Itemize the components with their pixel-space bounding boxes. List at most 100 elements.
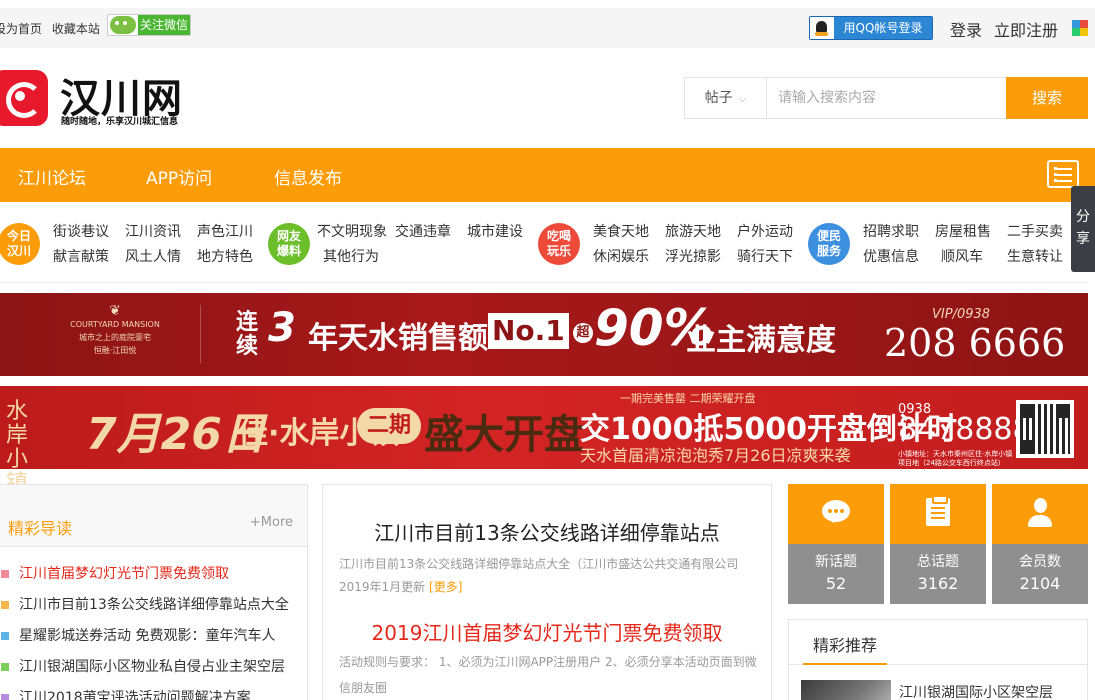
menu-list-icon[interactable] (1047, 160, 1079, 188)
search-input[interactable] (768, 78, 1006, 118)
qq-login-label: 用QQ帐号登录 (843, 21, 923, 35)
main-nav: 江川论坛 APP访问 信息发布 (0, 148, 1095, 202)
recommend-item[interactable]: 江川银湖国际小区架空层 (899, 682, 1053, 700)
headline-title-1[interactable]: 江川市目前13条公交线路详细停靠站点 (323, 517, 771, 546)
ad-banner-2[interactable]: 水岸小镇 7月26日 佳·水岸小镇 二期 盛大开盘 一期完美售罄 二期荣耀开盘 … (0, 386, 1088, 496)
category-link[interactable]: 生意转让 (1007, 246, 1063, 266)
ad-banner-1[interactable]: ❦ COURTYARD MANSION 城市之上的庭院豪宅 恒融·江田悦 连续 … (0, 293, 1088, 376)
category-badge-today[interactable]: 今日 汉川 (0, 223, 40, 265)
list-item-text: 江川市目前13条公交线路详细停靠站点大全 (19, 597, 289, 613)
list-item[interactable]: 江川2018莆宝评选活动问题解决方案 (0, 687, 289, 700)
banner1-vip: VIP/0938 (932, 307, 991, 322)
nav-item-forum[interactable]: 江川论坛 (18, 164, 86, 189)
stat-info: 会员数 2104 (992, 544, 1088, 604)
tab-underline (803, 663, 887, 665)
stat-value: 52 (825, 574, 847, 593)
category-link[interactable]: 户外运动 (737, 221, 793, 241)
banner1-no1: No.1 (488, 313, 569, 349)
chevron-down-icon: ⌵ (738, 94, 747, 105)
category-badge-service[interactable]: 便民 服务 (808, 223, 850, 265)
banner2-logo: 水岸小镇 (6, 399, 29, 496)
stat-label: 会员数 (1019, 554, 1061, 570)
register-link[interactable]: 立即注册 (994, 17, 1058, 41)
banner1-divider (200, 305, 201, 363)
category-link[interactable]: 献言献策 (53, 246, 109, 266)
bookmark-link[interactable]: 收藏本站 (52, 22, 100, 36)
bullet-icon (1, 663, 9, 671)
list-item[interactable]: 江川银湖国际小区物业私自侵占业主架空层 (0, 656, 289, 687)
stat-label: 总话题 (917, 554, 959, 570)
category-link[interactable]: 招聘求职 (863, 221, 919, 241)
search-button[interactable]: 搜索 (1006, 77, 1088, 119)
nav-item-app[interactable]: APP访问 (146, 164, 212, 189)
category-link[interactable]: 美食天地 (593, 221, 649, 241)
search-type-select[interactable]: 帖子 ⌵ (685, 78, 767, 118)
qq-penguin-icon (810, 17, 834, 39)
stat-members[interactable]: 会员数 2104 (992, 484, 1088, 604)
category-link[interactable]: 浮光掠影 (665, 246, 721, 266)
login-link[interactable]: 登录 (950, 17, 982, 41)
category-link[interactable]: 声色江川 (197, 221, 253, 241)
chat-bubble-icon (822, 500, 850, 522)
bullet-icon (1, 570, 9, 578)
user-icon (1028, 498, 1052, 528)
banner1-brand: ❦ COURTYARD MANSION 城市之上的庭院豪宅 恒融·江田悦 (40, 303, 190, 357)
category-link[interactable]: 二手买卖 (1007, 221, 1063, 241)
list-item[interactable]: 江川市目前13条公交线路详细停靠站点大全 (0, 594, 289, 625)
set-home-link[interactable]: 设为首页 (0, 22, 42, 36)
nav-item-publish[interactable]: 信息发布 (274, 164, 342, 189)
banner1-phone: 208 6666 (884, 321, 1066, 365)
wechat-follow-button[interactable]: 关注微信 (107, 14, 191, 36)
headline-title-2[interactable]: 2019江川首届梦幻灯光节门票免费领取 (323, 617, 771, 646)
category-link[interactable]: 不文明现象 (317, 221, 387, 241)
featured-list: 江川首届梦幻灯光节门票免费领取 江川市目前13条公交线路详细停靠站点大全 星耀影… (0, 563, 289, 700)
banner1-brand-cn: 城市之上的庭院豪宅 (79, 333, 151, 342)
recommend-thumbnail[interactable] (801, 680, 891, 700)
featured-more-link[interactable]: +More (250, 515, 293, 530)
stat-new-topics[interactable]: 新话题 52 (788, 484, 884, 604)
bullet-icon (1, 694, 9, 700)
list-item-text: 江川首届梦幻灯光节门票免费领取 (19, 566, 229, 582)
list-item[interactable]: 江川首届梦幻灯光节门票免费领取 (0, 563, 289, 594)
headline-desc-1-text: 江川市目前13条公交线路详细停靠站点大全（江川市盛达公共交通有限公司 2019年… (339, 557, 739, 594)
stat-value: 3162 (917, 574, 959, 593)
category-link[interactable]: 江川资讯 (125, 221, 181, 241)
wechat-icon (110, 16, 136, 34)
stat-icon-box (992, 484, 1088, 544)
list-item-text: 星耀影城送券活动 免费观影：童年汽车人 (19, 628, 276, 644)
banner1-brand-en: COURTYARD MANSION (70, 320, 160, 329)
category-link[interactable]: 优惠信息 (863, 246, 919, 266)
stat-label: 新话题 (815, 554, 857, 570)
category-link[interactable]: 骑行天下 (737, 246, 793, 266)
category-link[interactable]: 风土人情 (125, 246, 181, 266)
category-link[interactable]: 其他行为 (323, 246, 379, 266)
category-link[interactable]: 地方特色 (197, 246, 253, 266)
category-link[interactable]: 街谈巷议 (53, 221, 109, 241)
stat-total-topics[interactable]: 总话题 3162 (890, 484, 986, 604)
category-badge-report[interactable]: 网友 爆料 (268, 223, 310, 265)
theme-palette-icon[interactable] (1072, 20, 1088, 36)
featured-header: 精彩导读 +More (0, 485, 307, 547)
category-badge-fun[interactable]: 吃喝 玩乐 (538, 223, 580, 265)
bullet-icon (1, 601, 9, 609)
category-link[interactable]: 顺风车 (941, 246, 983, 266)
category-link[interactable]: 城市建设 (467, 221, 523, 241)
search-bar: 帖子 ⌵ 搜索 (684, 77, 1088, 119)
banner1-brand-name: 恒融·江田悦 (93, 346, 137, 355)
category-link[interactable]: 交通违章 (395, 221, 451, 241)
flower-logo-icon: ❦ (109, 303, 121, 319)
site-logo-icon[interactable] (0, 70, 48, 126)
headline-more-link[interactable]: [更多] (429, 580, 462, 594)
recommend-panel: 精彩推荐 江川银湖国际小区架空层 (788, 619, 1088, 700)
category-link[interactable]: 房屋租售 (935, 221, 991, 241)
category-link[interactable]: 旅游天地 (665, 221, 721, 241)
banner1-satisfaction: 业主满意度 (686, 323, 836, 358)
category-link[interactable]: 休闲娱乐 (593, 246, 649, 266)
top-links: 设为首页 收藏本站 (0, 20, 106, 37)
qq-login-button[interactable]: 用QQ帐号登录 (809, 16, 933, 40)
list-item-text: 江川2018莆宝评选活动问题解决方案 (19, 690, 251, 700)
category-row: 今日 汉川 街谈巷议 江川资讯 声色江川 献言献策 风土人情 地方特色 网友 爆料 … (0, 213, 1088, 283)
recommend-title: 精彩推荐 (813, 636, 878, 655)
banner1-chao: 超 (573, 323, 593, 343)
list-item[interactable]: 星耀影城送券活动 免费观影：童年汽车人 (0, 625, 289, 656)
